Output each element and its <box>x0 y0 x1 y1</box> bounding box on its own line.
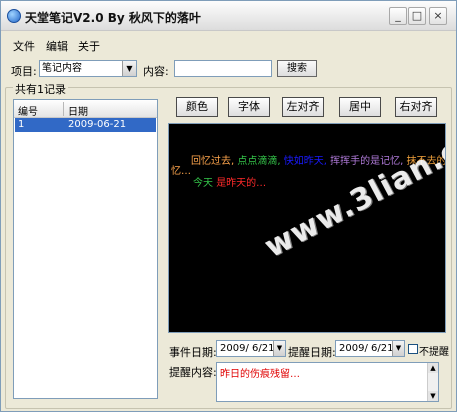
no-remind-label[interactable]: 不提醒 <box>419 343 449 358</box>
scroll-down-icon[interactable]: ▼ <box>428 391 438 401</box>
app-logo-icon <box>7 9 21 23</box>
editor-text: 今天 <box>193 178 213 189</box>
editor-text: 快如昨天, <box>283 156 327 167</box>
project-label: 项目: <box>11 65 37 78</box>
align-right-button[interactable]: 右对齐 <box>395 97 437 117</box>
content-label: 内容: <box>143 65 169 78</box>
event-date-picker[interactable]: 2009/ 6/21 ▼ <box>216 340 286 357</box>
reminder-content-text: 昨日的伤痕残留… <box>220 369 300 380</box>
row-id: 1 <box>18 119 25 130</box>
row-date: 2009-06-21 <box>68 119 127 130</box>
dropdown-arrow-icon[interactable]: ▼ <box>122 61 136 76</box>
remind-date-value: 2009/ 6/21 <box>339 343 394 354</box>
maximize-button[interactable]: □ <box>408 7 426 25</box>
align-left-button[interactable]: 左对齐 <box>282 97 324 117</box>
column-header-date[interactable]: 日期 <box>68 103 88 118</box>
title-bar[interactable]: 天堂笔记V2.0 By 秋风下的落叶 _ □ × <box>1 1 456 31</box>
font-button[interactable]: 字体 <box>228 97 270 117</box>
menu-about[interactable]: 关于 <box>78 38 100 54</box>
column-divider[interactable] <box>63 102 64 116</box>
list-row-selected[interactable]: 1 2009-06-21 <box>15 118 156 132</box>
editor-text: 点点滴滴, <box>237 156 281 167</box>
watermark: www.3lian.com <box>259 123 446 265</box>
remind-date-picker[interactable]: 2009/ 6/21 ▼ <box>335 340 405 357</box>
project-select-value: 笔记内容 <box>42 63 82 74</box>
reminder-content-textarea[interactable]: 昨日的伤痕残留… ▲ ▼ <box>216 362 439 402</box>
editor-text: 是昨天的… <box>216 178 267 189</box>
reminder-content-label: 提醒内容: <box>169 366 217 379</box>
menu-bar: 文件 编辑 关于 <box>1 35 456 53</box>
chevron-down-icon[interactable]: ▼ <box>392 341 404 356</box>
editor-text: 回忆过去, <box>191 156 235 167</box>
chevron-down-icon[interactable]: ▼ <box>273 341 285 356</box>
records-list[interactable]: 编号 日期 1 2009-06-21 <box>13 99 158 399</box>
note-editor[interactable]: 回忆过去, 点点滴滴, 快如昨天, 挥挥手的是记忆, 抹不去的是回 忆… 今天 … <box>168 123 446 333</box>
minimize-button[interactable]: _ <box>389 7 407 25</box>
menu-edit[interactable]: 编辑 <box>46 38 68 54</box>
window-title: 天堂笔记V2.0 By 秋风下的落叶 <box>25 11 201 25</box>
scroll-up-icon[interactable]: ▲ <box>428 363 438 373</box>
content-search-input[interactable] <box>174 60 272 77</box>
column-header-id[interactable]: 编号 <box>18 103 38 118</box>
event-date-value: 2009/ 6/21 <box>220 343 275 354</box>
menu-file[interactable]: 文件 <box>13 38 35 54</box>
app-window: 天堂笔记V2.0 By 秋风下的落叶 _ □ × 文件 编辑 关于 项目: 笔记… <box>0 0 457 412</box>
project-select[interactable]: 笔记内容 ▼ <box>39 60 137 77</box>
scrollbar[interactable]: ▲ ▼ <box>427 363 438 401</box>
editor-line-2: 忆… <box>171 166 191 177</box>
event-date-label: 事件日期: <box>169 346 217 359</box>
list-header: 编号 日期 <box>14 100 157 118</box>
editor-line-3: 今天 是昨天的… <box>193 174 266 189</box>
align-center-button[interactable]: 居中 <box>339 97 381 117</box>
no-remind-checkbox[interactable] <box>408 344 418 354</box>
search-button[interactable]: 搜索 <box>277 60 317 77</box>
close-button[interactable]: × <box>429 7 447 25</box>
records-group-title: 共有1记录 <box>13 81 68 97</box>
color-button[interactable]: 颜色 <box>176 97 218 117</box>
remind-date-label: 提醒日期: <box>288 346 336 359</box>
